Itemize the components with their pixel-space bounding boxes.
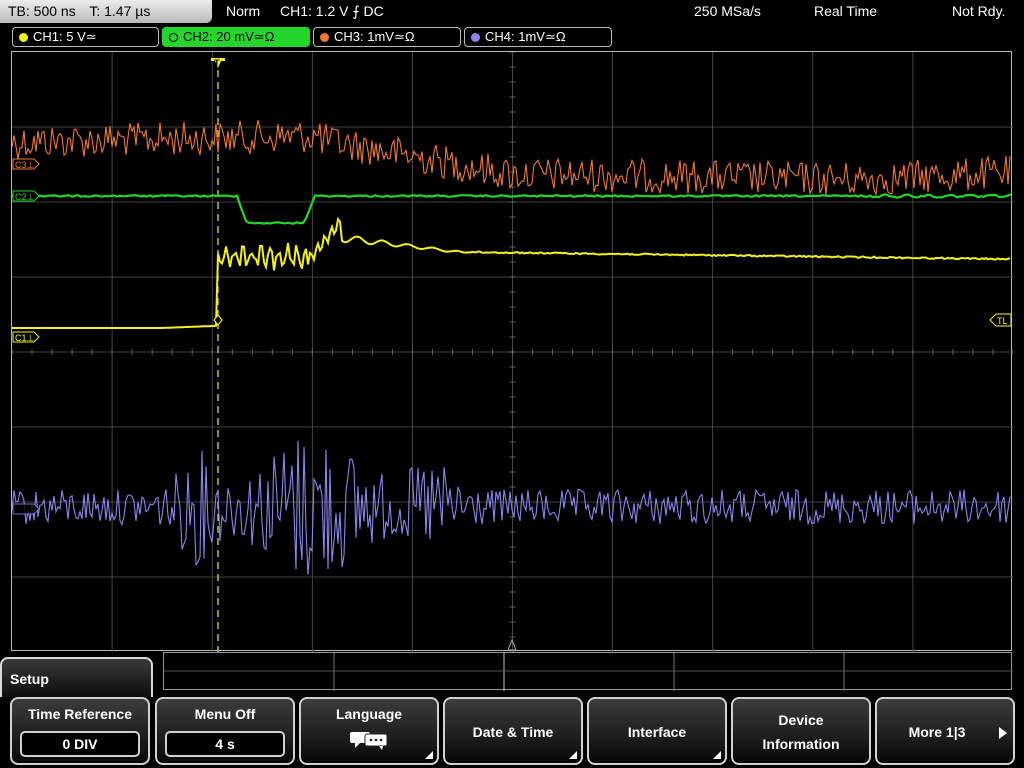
softkey-label: Time Reference [27, 706, 132, 722]
trigger-setting[interactable]: CH1: 1.2 V ⨍ DC [280, 3, 384, 20]
softkey-time-reference[interactable]: Time Reference 0 DIV [10, 697, 150, 765]
svg-text:C1⊥: C1⊥ [15, 333, 35, 343]
ch2-waveform [12, 193, 1012, 225]
channel-tab-label: CH1: 5 V≃ [33, 29, 97, 44]
ch2-color-dot [169, 33, 178, 42]
menu-title: Setup [10, 671, 49, 687]
softkey-label: More 1|3 [908, 724, 966, 740]
channel-tab-ch1[interactable]: CH1: 5 V≃ [12, 27, 159, 47]
channel-tab-label: CH3: 1mV≃Ω [334, 29, 415, 44]
channel-tab-ch2[interactable]: CH2: 20 mV≃Ω [162, 27, 310, 47]
softkey-label-line1: Device [778, 712, 824, 728]
ch4-color-dot [471, 33, 480, 42]
svg-text:TL: TL [997, 316, 1008, 326]
c1-ground-marker[interactable]: C1⊥ [12, 331, 40, 343]
ch1-color-dot [19, 33, 28, 42]
softkey-label: Menu Off [194, 706, 256, 722]
softkey-label: Language [335, 706, 403, 722]
softkey-date-time[interactable]: Date & Time [443, 697, 583, 765]
softkey-more[interactable]: More 1|3 [875, 697, 1015, 765]
waveform-canvas: T C3⊥ C2⊥ C1⊥ TL [12, 52, 1013, 652]
trigger-state: Not Rdy. [952, 3, 1006, 19]
ch1-waveform [12, 216, 1011, 329]
speech-bubbles-icon [350, 732, 388, 750]
setup-menu-tab: Setup [0, 657, 153, 697]
timebase-display[interactable]: TB: 500 ns T: 1.47 µs [0, 0, 212, 23]
submenu-indicator-icon [569, 751, 577, 759]
softkey-value: 4 s [165, 731, 285, 757]
c4-ground-marker[interactable] [12, 503, 40, 515]
arrow-right-icon [999, 727, 1007, 739]
softkey-language[interactable]: Language [299, 697, 439, 765]
sample-rate: 250 MSa/s [694, 3, 761, 19]
channel-tab-label: CH2: 20 mV≃Ω [183, 29, 275, 44]
trigger-mode[interactable]: Norm [226, 3, 260, 19]
softkey-interface[interactable]: Interface [587, 697, 727, 765]
submenu-indicator-icon [713, 751, 721, 759]
center-marker-icon [507, 638, 517, 651]
c2-ground-marker[interactable]: C2⊥ [12, 190, 40, 202]
softkey-label-line2: Information [762, 736, 840, 752]
channel-tab-ch4[interactable]: CH4: 1mV≃Ω [464, 27, 612, 47]
waveform-display[interactable]: T C3⊥ C2⊥ C1⊥ TL [11, 51, 1013, 652]
ch4-waveform [12, 440, 1011, 575]
softkey-menu-off[interactable]: Menu Off 4 s [155, 697, 295, 765]
channel-tab-ch3[interactable]: CH3: 1mV≃Ω [313, 27, 461, 47]
softkey-value: 0 DIV [20, 731, 140, 757]
submenu-indicator-icon [425, 751, 433, 759]
svg-text:C2⊥: C2⊥ [15, 192, 35, 202]
ch3-color-dot [320, 33, 329, 42]
time-offset-value: T: 1.47 µs [89, 3, 151, 19]
trigger-level-marker[interactable]: TL [989, 313, 1012, 327]
svg-text:C3⊥: C3⊥ [15, 160, 35, 170]
svg-text:T: T [214, 58, 220, 68]
channel-tab-label: CH4: 1mV≃Ω [485, 29, 566, 44]
c3-ground-marker[interactable]: C3⊥ [12, 158, 40, 170]
acquisition-mode: Real Time [814, 3, 878, 19]
status-bar: TB: 500 ns T: 1.47 µs Norm CH1: 1.2 V ⨍ … [0, 0, 1024, 24]
softkey-label: Interface [627, 724, 687, 740]
softkey-label: Date & Time [472, 724, 554, 740]
softkey-device-information[interactable]: Device Information [731, 697, 871, 765]
graticule [12, 52, 1013, 652]
timebase-value: TB: 500 ns [8, 3, 76, 19]
info-strip [163, 652, 1013, 691]
